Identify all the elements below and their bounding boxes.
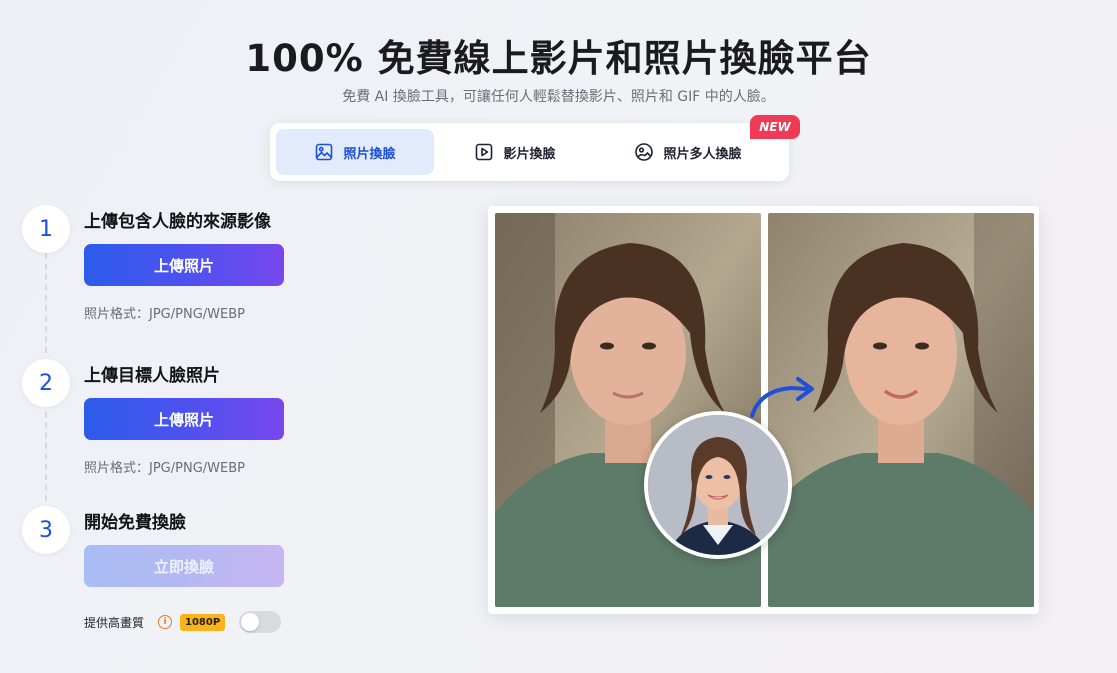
toggle-knob [241,613,260,631]
tab-photo-face-swap[interactable]: 照片換臉 [276,129,434,175]
mode-tabs: 照片換臉 影片換臉 照片多人換臉 NEW [270,115,800,181]
format-hint: 照片格式：JPG/PNG/WEBP [84,461,245,476]
upload-source-button[interactable]: 上傳照片 [84,244,284,286]
tab-label: 影片換臉 [503,146,556,162]
swap-arrow-icon [750,377,814,418]
target-face-thumbnail [644,411,792,559]
step-title: 上傳目標人臉照片 [84,366,220,386]
info-icon[interactable]: i [158,615,173,629]
step-connector [45,401,47,501]
page-title: 100% 免費線上影片和照片換臉平台 [245,37,872,80]
step-title: 開始免費換臉 [84,513,186,533]
page-subtitle: 免費 AI 換臉工具，可讓任何人輕鬆替換影片、照片和 GIF 中的人臉。 [342,89,775,105]
tab-label: 照片多人換臉 [663,146,742,162]
step-connector [45,253,47,353]
hd-quality-row: 提供高畫質 i 1080P [84,611,282,633]
multi-face-icon [635,143,654,161]
format-hint: 照片格式：JPG/PNG/WEBP [84,307,245,322]
hd-quality-label: 提供高畫質 [84,615,145,630]
upload-target-button[interactable]: 上傳照片 [84,398,284,440]
image-icon [316,143,333,161]
preview-card [488,206,1039,614]
play-icon [476,143,493,161]
new-badge: NEW [750,115,800,139]
tab-label: 照片換臉 [343,146,396,162]
step-number: 2 [22,359,70,407]
page: 100% 免費線上影片和照片換臉平台 免費 AI 換臉工具，可讓任何人輕鬆替換影… [0,0,1117,673]
step-number: 3 [22,506,70,554]
step-title: 上傳包含人臉的來源影像 [84,212,271,232]
step-number: 1 [22,205,70,253]
resolution-badge: 1080P [180,613,226,631]
hd-quality-toggle[interactable] [239,611,282,633]
tab-video-face-swap[interactable]: 影片換臉 [434,129,596,175]
swap-now-button[interactable]: 立即換臉 [84,545,284,587]
